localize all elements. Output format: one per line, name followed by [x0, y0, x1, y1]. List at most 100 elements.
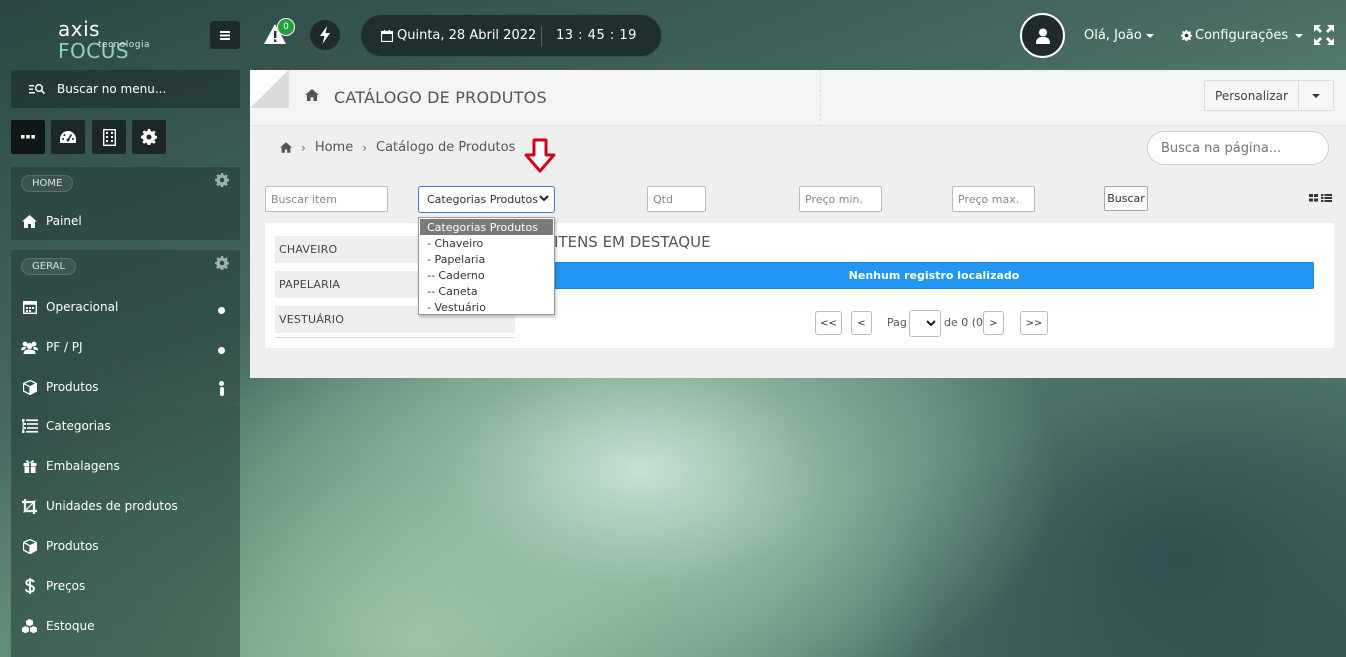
sidebar-item-produtos-list[interactable]: Produtos — [11, 526, 240, 566]
sidebar-item-precos[interactable]: Preços — [11, 566, 240, 606]
fullscreen-icon[interactable] — [1313, 24, 1335, 46]
pagination-last-button[interactable]: >> — [1020, 311, 1048, 335]
chevron-right-icon: › — [301, 140, 306, 155]
header-divider — [288, 70, 289, 108]
calendar-icon — [381, 29, 393, 42]
expanded-line-icon — [219, 387, 224, 396]
chevron-down-icon — [539, 195, 549, 202]
pagination-of-label: de 0 (0) — [944, 316, 988, 329]
user-icon — [1035, 28, 1050, 44]
current-date: Quinta, 28 Abril 2022 — [397, 28, 537, 43]
bolt-icon — [320, 26, 330, 44]
page-search-input[interactable] — [1147, 131, 1329, 165]
chevron-down-icon — [1295, 33, 1304, 38]
list-view-icon[interactable] — [1321, 194, 1332, 202]
gear-icon — [1181, 30, 1192, 41]
sidebar-item-pf-pj[interactable]: PF / PJ — [11, 327, 240, 367]
settings-menu-dropdown[interactable]: Configurações — [1181, 28, 1304, 43]
sidebar-item-label: Estoque — [46, 619, 95, 633]
gear-icon[interactable] — [215, 173, 229, 187]
sidebar-item-estoque[interactable]: Estoque — [11, 606, 240, 646]
price-max-input[interactable]: Preço max. — [952, 186, 1035, 212]
featured-title: ITENS EM DESTAQUE — [554, 233, 711, 251]
category-select-value: Categorias Produtos — [427, 193, 538, 206]
sidebar-item-label: Operacional — [46, 300, 119, 314]
category-option[interactable]: - Papelaria — [420, 251, 553, 267]
pagination-page-label: Pag — [887, 316, 907, 329]
home-icon[interactable] — [280, 142, 292, 153]
category-option[interactable]: - Chaveiro — [420, 235, 553, 251]
corner-fold-decoration — [250, 70, 288, 108]
personalize-button-group: Personalizar — [1204, 80, 1334, 111]
section-label-home: HOME — [21, 175, 74, 192]
sidebar-section-home: HOME Painel — [11, 167, 240, 240]
pagination-page-select[interactable] — [909, 310, 941, 337]
sidebar-tab-dashboard[interactable] — [51, 120, 85, 154]
chevron-down-icon — [1145, 33, 1154, 38]
home-icon — [305, 89, 319, 101]
sidebar-tab-company[interactable] — [92, 120, 126, 154]
sidebar-item-operacional[interactable]: Operacional — [11, 287, 240, 327]
price-min-input[interactable]: Preço min. — [799, 186, 882, 212]
pagination-prev-button[interactable]: < — [851, 311, 872, 335]
breadcrumb-home-link[interactable]: Home — [315, 140, 353, 155]
sidebar-item-produtos[interactable]: Produtos — [11, 367, 240, 407]
calendar-icon — [22, 301, 37, 314]
sidebar-search-menu[interactable]: Buscar no menu... — [11, 70, 240, 108]
pagination-first-button[interactable]: << — [815, 311, 842, 335]
quantity-input[interactable]: Qtd — [647, 186, 706, 212]
section-label-geral: GERAL — [21, 258, 77, 275]
quick-action-button[interactable] — [310, 20, 340, 50]
header-dashed-divider — [820, 70, 821, 126]
grid-view-icon[interactable] — [1309, 194, 1319, 202]
users-icon — [21, 341, 38, 354]
sidebar-item-label: Produtos — [46, 539, 99, 553]
page-title: CATÁLOGO DE PRODUTOS — [334, 88, 547, 107]
crop-icon — [22, 498, 37, 514]
search-button[interactable]: Buscar — [1104, 186, 1148, 211]
sidebar-item-painel[interactable]: Painel — [11, 201, 240, 241]
sidebar-search-label: Buscar no menu... — [57, 82, 167, 96]
user-avatar[interactable] — [1020, 13, 1065, 58]
sidebar-tab-menu[interactable] — [11, 120, 45, 154]
cube-icon — [22, 379, 37, 395]
arrow-down-annotation-icon — [524, 138, 556, 173]
ellipsis-icon — [21, 135, 35, 139]
sidebar-item-embalagens[interactable]: Embalagens — [11, 446, 240, 486]
personalize-button[interactable]: Personalizar — [1205, 81, 1299, 110]
hamburger-menu-button[interactable] — [210, 21, 240, 49]
category-option[interactable]: -- Caderno — [420, 267, 553, 283]
sidebar-item-categorias[interactable]: Categorias — [11, 406, 240, 446]
dollar-icon — [24, 578, 35, 594]
sidebar-tab-settings[interactable] — [132, 120, 166, 154]
category-option[interactable]: Categorias Produtos — [420, 219, 553, 235]
chevron-right-icon: › — [362, 140, 368, 155]
dashboard-icon — [60, 131, 76, 143]
logo[interactable]: axis FOCUS tecnologia — [58, 18, 158, 62]
pagination-next-button[interactable]: > — [983, 311, 1004, 335]
search-item-input[interactable]: Buscar item — [265, 186, 388, 212]
sidebar-item-label: Embalagens — [46, 459, 120, 473]
sidebar-item-unidades[interactable]: Unidades de produtos — [11, 486, 240, 526]
category-option[interactable]: - Vestuário — [420, 299, 553, 315]
page-header: CATÁLOGO DE PRODUTOS Personalizar — [250, 70, 1346, 126]
category-option[interactable]: -- Caneta — [420, 283, 553, 299]
category-list-divider — [275, 337, 515, 338]
sidebar-item-label: Produtos — [46, 380, 99, 394]
breadcrumb-current: Catálogo de Produtos — [376, 140, 516, 155]
sidebar-item-label: Unidades de produtos — [46, 499, 178, 513]
personalize-dropdown-toggle[interactable] — [1299, 81, 1333, 110]
sidebar-item-label: Preços — [46, 579, 86, 593]
no-records-alert: Nenhum registro localizado — [554, 262, 1314, 289]
cubes-icon — [22, 618, 37, 633]
produtos-submenu: Categorias Embalagens Unidades de produt… — [11, 406, 240, 657]
sidebar-item-label: Painel — [46, 214, 82, 228]
settings-label: Configurações — [1195, 28, 1289, 43]
user-greeting: Olá, João — [1084, 28, 1142, 43]
sidebar-item-label: Categorias — [46, 419, 111, 433]
gear-icon[interactable] — [215, 256, 229, 270]
gear-icon — [141, 129, 157, 145]
user-menu-dropdown[interactable]: Olá, João — [1084, 28, 1154, 43]
building-icon — [102, 128, 116, 146]
category-select[interactable]: Categorias Produtos — [418, 186, 555, 213]
